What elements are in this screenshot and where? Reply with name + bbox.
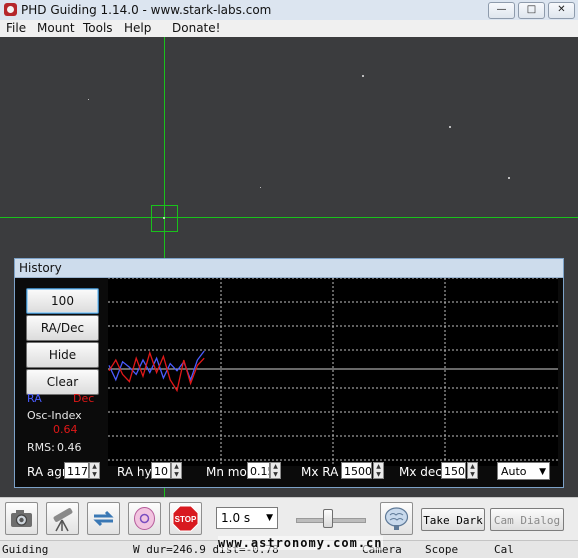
status-cal: Cal <box>494 543 514 556</box>
menu-tools[interactable]: Tools <box>83 21 113 35</box>
menu-file[interactable]: File <box>6 21 26 35</box>
ra-agr-input[interactable]: 117 <box>64 462 89 479</box>
chevron-down-icon: ▼ <box>539 467 546 477</box>
chevron-down-icon: ▼ <box>266 513 273 523</box>
status-state: Guiding <box>2 543 49 556</box>
brain-button[interactable] <box>380 502 413 535</box>
mn-mo-label: Mn mo <box>206 465 247 479</box>
loop-exposure-button[interactable] <box>5 502 38 535</box>
menu-bar: File Mount Tools Help Donate! <box>0 20 578 37</box>
maximize-button[interactable]: □ <box>518 2 545 19</box>
menu-mount[interactable]: Mount <box>37 21 75 35</box>
ra-hys-spinner[interactable]: ▲ ▼ <box>171 462 182 479</box>
star <box>362 75 364 77</box>
dec-mode-select[interactable]: Auto ▼ <box>497 462 550 480</box>
mx-dec-input[interactable]: 150 <box>441 462 466 479</box>
guide-button[interactable] <box>128 502 161 535</box>
cam-dialog-button[interactable]: Cam Dialog <box>490 508 564 531</box>
brain-guide-icon <box>134 507 155 530</box>
plot-grid <box>108 278 558 466</box>
mn-mo-input[interactable]: 0.15 <box>247 462 270 479</box>
mx-dec-spinner[interactable]: ▲ ▼ <box>467 462 478 479</box>
history-title-bar[interactable]: History <box>15 259 563 278</box>
rms-value: 0.46 <box>57 441 82 454</box>
scale-button[interactable]: 100 <box>26 288 99 314</box>
camera-icon <box>11 510 32 527</box>
mx-ra-label: Mx RA <box>301 465 339 479</box>
star <box>88 99 89 100</box>
dec-mode-value: Auto <box>501 465 527 478</box>
app-icon <box>4 3 17 16</box>
star <box>508 177 510 179</box>
ra-hys-input[interactable]: 10 <box>151 462 171 479</box>
mx-ra-spinner[interactable]: ▲ ▼ <box>373 462 384 479</box>
history-title: History <box>19 261 62 275</box>
osc-index-label: Osc-Index <box>27 409 82 422</box>
watermark-text: www.astronomy.com.cn <box>218 536 383 550</box>
loop-button[interactable] <box>87 502 120 535</box>
stop-button[interactable]: STOP <box>169 502 202 535</box>
telescope-icon <box>53 508 73 532</box>
mx-ra-input[interactable]: 1500 <box>341 462 372 479</box>
brain-icon <box>384 507 409 530</box>
plot-series <box>108 350 205 393</box>
loop-arrows-icon <box>93 510 114 527</box>
mode-button[interactable]: RA/Dec <box>26 315 99 341</box>
exposure-select[interactable]: 1.0 s ▼ <box>216 507 278 529</box>
stop-icon: STOP <box>172 505 199 532</box>
ra-agr-label: RA agr <box>27 465 67 479</box>
gamma-slider-thumb[interactable] <box>323 509 333 528</box>
rms-label: RMS: <box>27 441 55 454</box>
star <box>260 187 261 188</box>
history-panel: History 100 RA/Dec Hide Clear RA Dec Osc… <box>14 258 564 488</box>
history-plot <box>108 278 558 466</box>
title-bar: PHD Guiding 1.14.0 - www.stark-labs.com … <box>0 0 578 21</box>
legend-ra: RA <box>27 392 42 405</box>
reticle-horizontal-line <box>0 217 578 218</box>
legend-dec: Dec <box>73 392 95 405</box>
menu-help[interactable]: Help <box>124 21 151 35</box>
hide-button[interactable]: Hide <box>26 342 99 368</box>
connect-scope-button[interactable] <box>46 502 79 535</box>
stop-label: STOP <box>175 515 197 524</box>
ra-agr-spinner[interactable]: ▲ ▼ <box>89 462 100 479</box>
osc-index-value: 0.64 <box>53 423 78 436</box>
minimize-button[interactable]: — <box>488 2 515 19</box>
mx-dec-label: Mx dec <box>399 465 442 479</box>
mn-mo-spinner[interactable]: ▲ ▼ <box>270 462 281 479</box>
toolbar: STOP 1.0 s ▼ Take Dark Cam Dialog <box>0 497 578 541</box>
close-button[interactable]: ✕ <box>548 2 575 19</box>
take-dark-button[interactable]: Take Dark <box>421 508 485 531</box>
window-title: PHD Guiding 1.14.0 - www.stark-labs.com <box>21 3 272 17</box>
guide-star <box>163 217 165 219</box>
exposure-value: 1.0 s <box>221 511 251 525</box>
status-scope: Scope <box>425 543 459 556</box>
star <box>449 126 451 128</box>
menu-donate[interactable]: Donate! <box>172 21 220 35</box>
